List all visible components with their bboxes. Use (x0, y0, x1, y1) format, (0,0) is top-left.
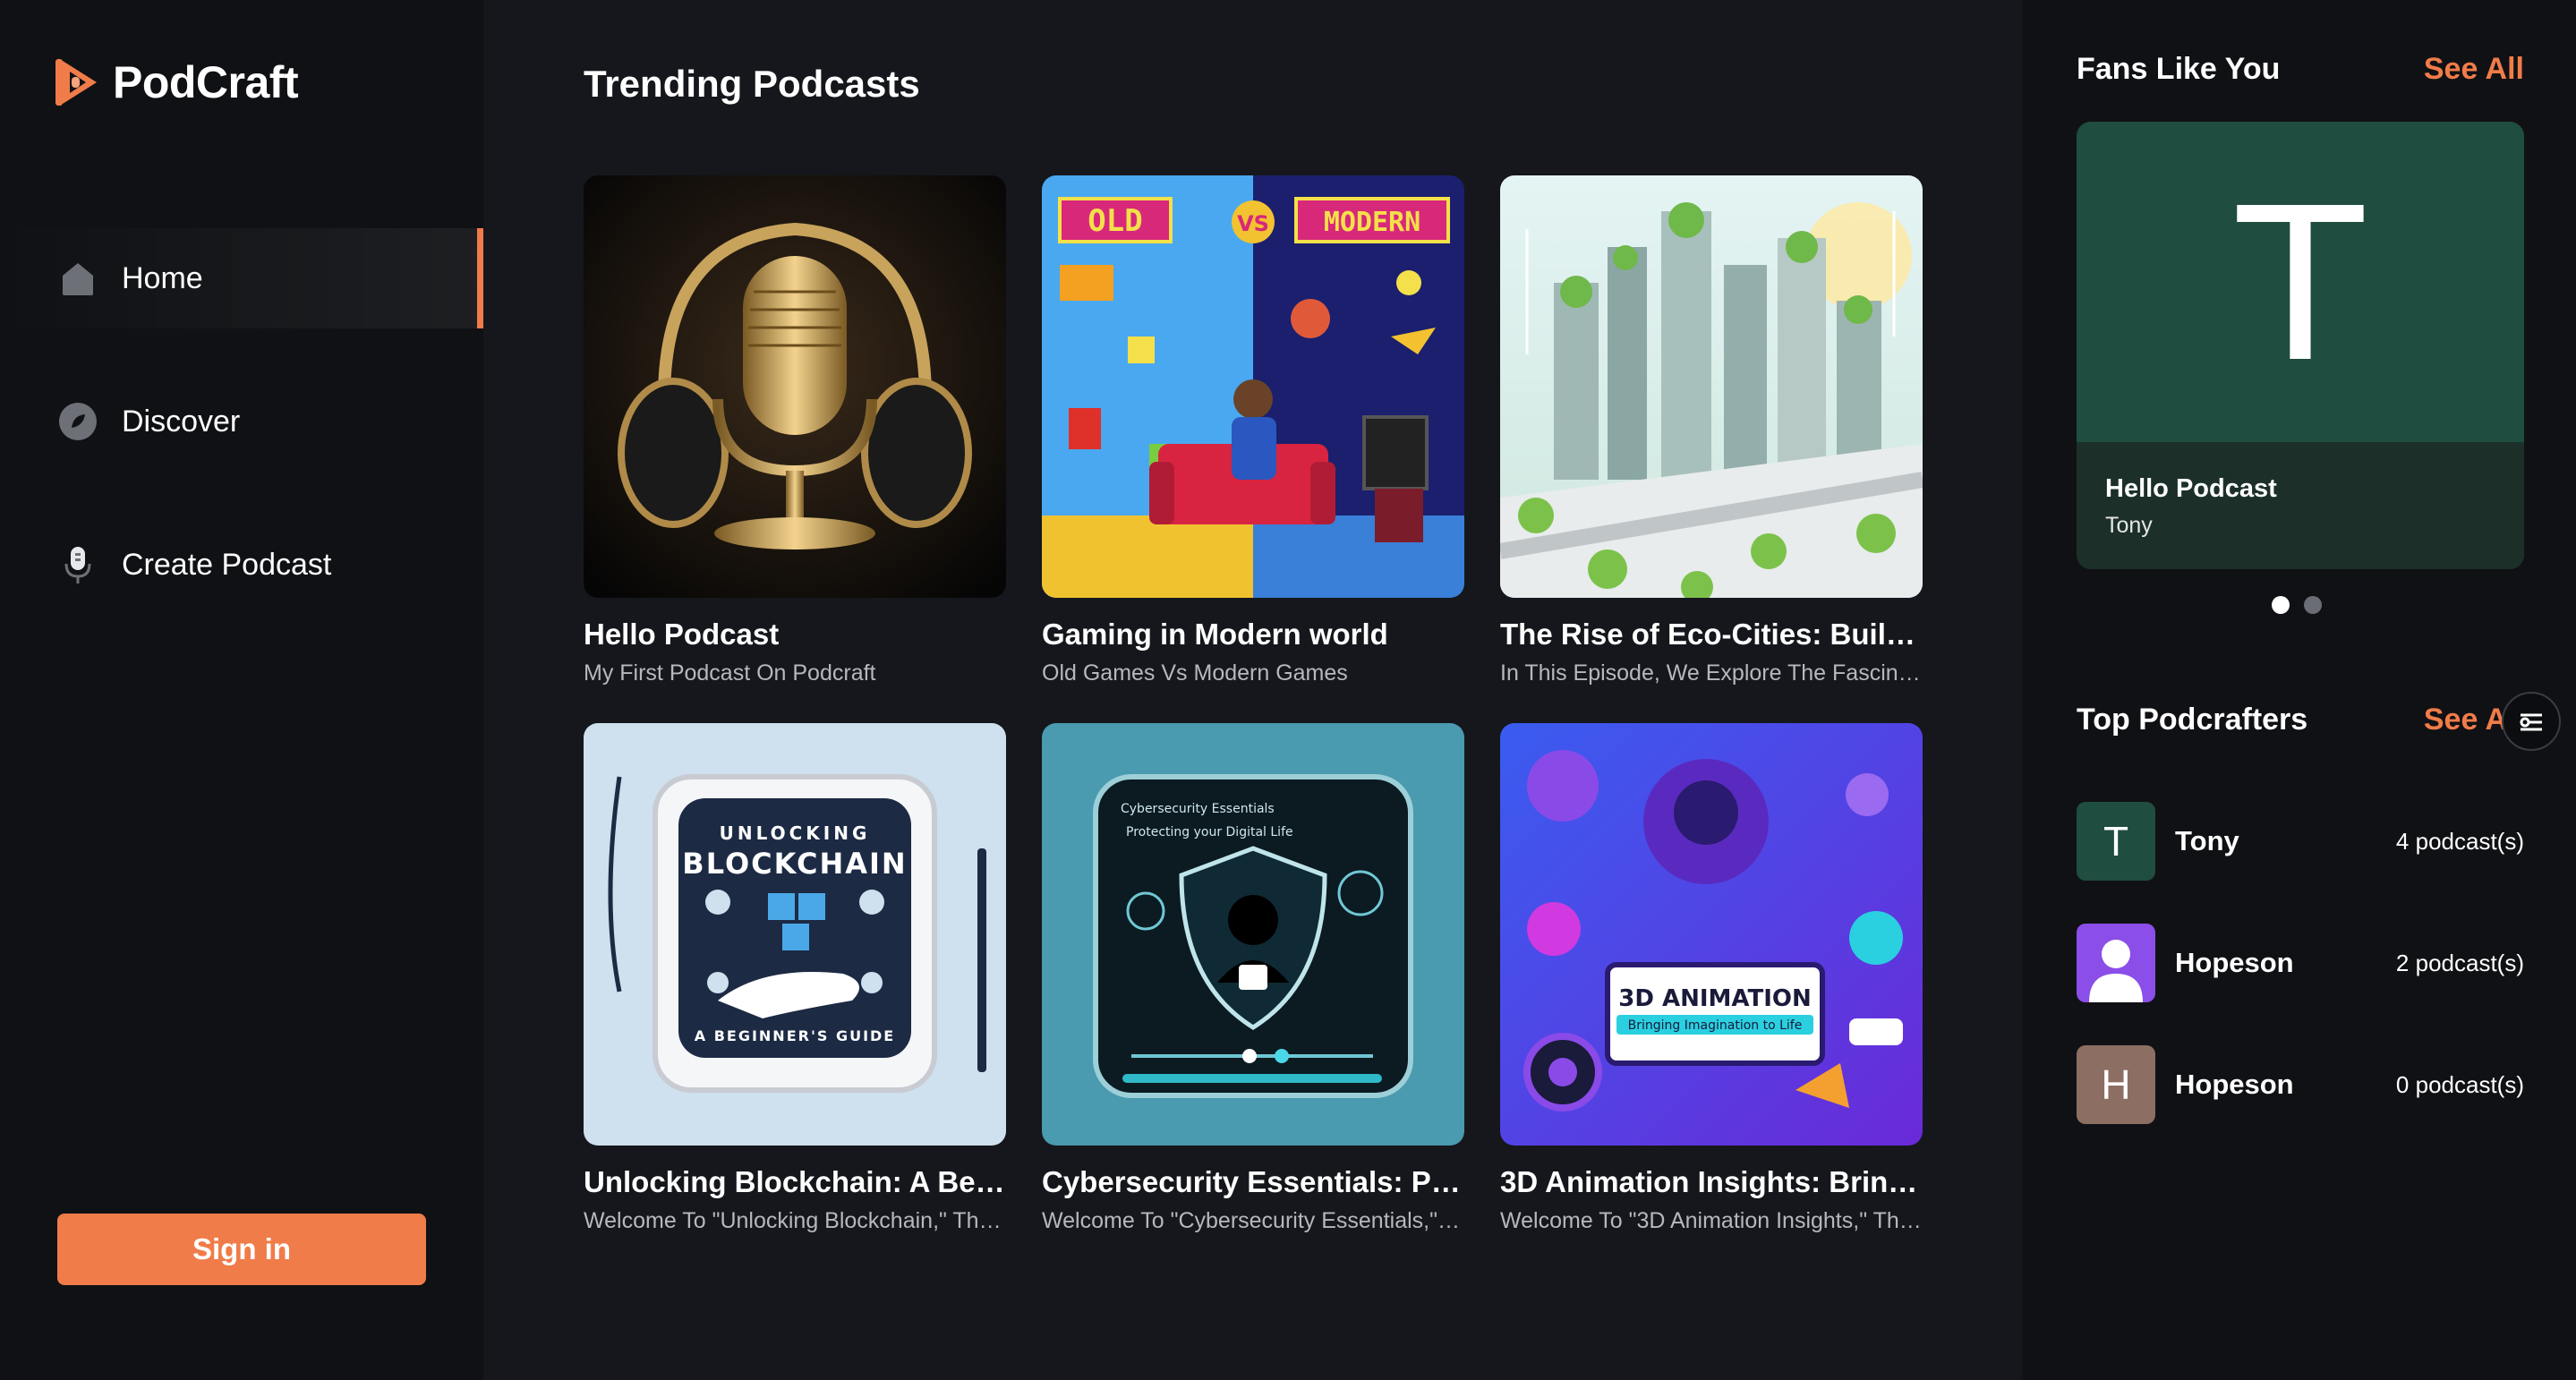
svg-text:MODERN: MODERN (1324, 207, 1420, 238)
old-vs-modern-pixel-image: OLD VS MODERN (1042, 175, 1464, 598)
podcast-card[interactable]: 3D ANIMATION Bringing Imagination to Lif… (1500, 723, 1923, 1234)
podcast-description: In This Episode, We Explore The Fascinat… (1500, 660, 1923, 686)
carousel-dots (2272, 596, 2322, 614)
logo[interactable]: PodCraft (55, 54, 299, 111)
podcrafter-name: Hopeson (2175, 1069, 2294, 1100)
svg-text:OLD: OLD (1088, 203, 1142, 239)
microphone-icon (57, 544, 98, 585)
top-podcrafters-title: Top Podcrafters (2077, 703, 2308, 737)
podcrafter-row[interactable]: T Tony 4 podcast(s) (2077, 802, 2524, 881)
nav-label-home: Home (122, 260, 203, 295)
carousel-dot[interactable] (2272, 596, 2290, 614)
svg-text:BLOCKCHAIN: BLOCKCHAIN (682, 847, 907, 881)
podcrafter-name: Hopeson (2175, 947, 2294, 978)
avatar (2077, 924, 2155, 1002)
avatar: H (2077, 1045, 2155, 1124)
section-title-trending: Trending Podcasts (584, 63, 920, 105)
podcast-count: 2 podcast(s) (2395, 949, 2524, 976)
podcast-title: Gaming in Modern world (1042, 618, 1388, 651)
podcrafter-name: Tony (2175, 825, 2239, 856)
podcast-cover-image[interactable] (1500, 175, 1923, 598)
app-name: PodCraft (113, 57, 299, 107)
nav-label-discover: Discover (122, 404, 241, 439)
right-sidebar: Fans Like You See All T Hello Podcast To… (2023, 0, 2576, 1380)
nav-item-home[interactable]: Home (0, 228, 483, 328)
fan-podcast-author: Tony (2105, 513, 2153, 538)
svg-text:Bringing Imagination to Life: Bringing Imagination to Life (1628, 1018, 1803, 1033)
avatar: T (2077, 802, 2155, 881)
app-root: PodCraft Home Discover Create Podcast Si… (0, 0, 2576, 1380)
podcast-card[interactable]: OLD VS MODERN Gaming in Modern world Old… (1042, 175, 1464, 686)
podcast-title: Unlocking Blockchain: A Beginner's Guide (584, 1165, 1006, 1198)
podcraft-logo-icon (55, 59, 97, 106)
svg-text:VS: VS (1237, 211, 1269, 236)
nav-item-discover[interactable]: Discover (0, 371, 483, 472)
podcast-cover-image[interactable]: OLD VS MODERN (1042, 175, 1464, 598)
podcast-description: Welcome To "Unlocking Blockchain," The P… (584, 1208, 1006, 1233)
podcast-cover-image[interactable] (584, 175, 1006, 598)
main-content: Trending Podcasts Hello Podcast My First… (483, 0, 2023, 1380)
home-icon (57, 258, 98, 299)
left-sidebar: PodCraft Home Discover Create Podcast Si… (0, 0, 483, 1380)
podcast-title: The Rise of Eco-Cities: Building Sustain… (1500, 618, 1923, 651)
carousel-dot[interactable] (2304, 596, 2322, 614)
podcast-card[interactable]: UNLOCKING BLOCKCHAIN A BEGINNER'S GUIDE (584, 723, 1006, 1234)
podcast-card[interactable]: Hello Podcast My First Podcast On Podcra… (584, 175, 1006, 686)
nav-item-create-podcast[interactable]: Create Podcast (0, 515, 483, 615)
top-podcrafters-header: Top Podcrafters See All (2077, 703, 2524, 737)
svg-text:Protecting your Digital Life: Protecting your Digital Life (1126, 825, 1293, 839)
podcast-description: Welcome To "3D Animation Insights," The … (1500, 1208, 1923, 1233)
floating-settings-button[interactable] (2502, 692, 2561, 751)
svg-text:Cybersecurity Essentials: Cybersecurity Essentials (1121, 802, 1275, 816)
compass-icon (57, 401, 98, 442)
podcrafter-row[interactable]: H Hopeson 0 podcast(s) (2077, 1045, 2524, 1124)
podcast-count: 4 podcast(s) (2395, 827, 2524, 855)
podcast-description: My First Podcast On Podcraft (584, 660, 876, 686)
fans-header: Fans Like You See All (2077, 52, 2524, 87)
nav-label-create-podcast: Create Podcast (122, 547, 332, 582)
podcast-title: 3D Animation Insights: Bringing Imaginat… (1500, 1165, 1923, 1198)
sliders-icon (2520, 713, 2542, 731)
svg-text:UNLOCKING: UNLOCKING (720, 822, 871, 844)
fans-see-all-link[interactable]: See All (2424, 52, 2524, 87)
golden-microphone-image (584, 175, 1006, 598)
podcrafter-row[interactable]: Hopeson 2 podcast(s) (2077, 924, 2524, 1002)
fan-info: Hello Podcast Tony (2077, 442, 2524, 569)
podcast-cover-image[interactable]: UNLOCKING BLOCKCHAIN A BEGINNER'S GUIDE (584, 723, 1006, 1146)
sign-in-button[interactable]: Sign in (57, 1214, 426, 1285)
podcast-description: Welcome To "Cybersecurity Essentials," T… (1042, 1208, 1464, 1233)
fan-cover: T (2077, 122, 2524, 442)
cybersecurity-shield-image: Cybersecurity Essentials Protecting your… (1042, 723, 1464, 1146)
podcast-count: 0 podcast(s) (2395, 1070, 2524, 1098)
podcast-description: Old Games Vs Modern Games (1042, 660, 1348, 686)
fan-podcast-card[interactable]: T Hello Podcast Tony (2077, 122, 2524, 569)
podcast-title: Cybersecurity Essentials: Protecting You… (1042, 1165, 1464, 1198)
svg-text:3D ANIMATION: 3D ANIMATION (1618, 985, 1812, 1012)
podcast-title: Hello Podcast (584, 618, 780, 651)
svg-text:A BEGINNER'S GUIDE: A BEGINNER'S GUIDE (695, 1027, 895, 1044)
podcast-card[interactable]: Cybersecurity Essentials Protecting your… (1042, 723, 1464, 1234)
fans-like-you-title: Fans Like You (2077, 52, 2281, 86)
blockchain-guide-image: UNLOCKING BLOCKCHAIN A BEGINNER'S GUIDE (584, 723, 1006, 1146)
user-icon (2089, 940, 2143, 1002)
fan-cover-letter: T (2231, 157, 2369, 406)
main-nav: Home Discover Create Podcast (0, 228, 483, 658)
eco-city-image (1500, 175, 1923, 598)
podcast-cover-image[interactable]: 3D ANIMATION Bringing Imagination to Lif… (1500, 723, 1923, 1146)
3d-animation-image: 3D ANIMATION Bringing Imagination to Lif… (1500, 723, 1923, 1146)
podcast-cover-image[interactable]: Cybersecurity Essentials Protecting your… (1042, 723, 1464, 1146)
fan-podcast-title: Hello Podcast (2105, 474, 2277, 503)
podcast-card[interactable]: The Rise of Eco-Cities: Building Sustain… (1500, 175, 1923, 686)
